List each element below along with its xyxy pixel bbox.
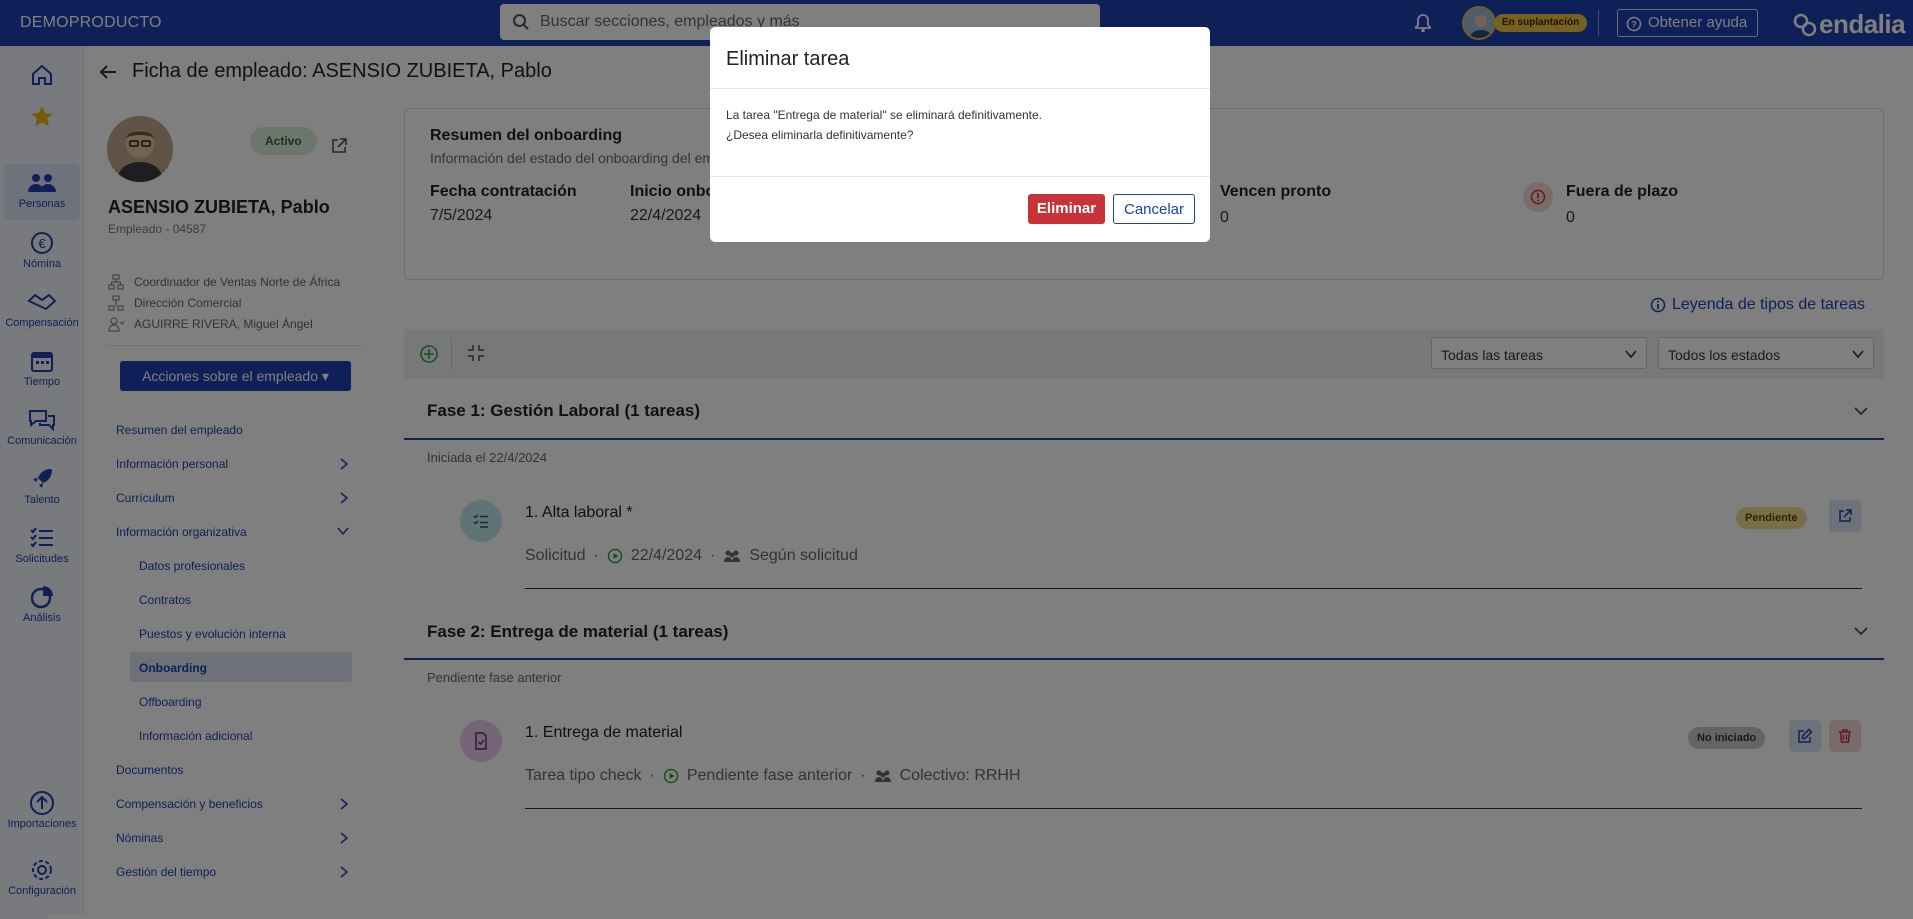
delete-task-dialog: Eliminar tarea La tarea "Entrega de mate… xyxy=(710,27,1210,242)
dialog-footer-divider xyxy=(710,176,1210,177)
cancel-button[interactable]: Cancelar xyxy=(1113,194,1195,224)
dialog-title: Eliminar tarea xyxy=(726,48,850,70)
dialog-header-divider xyxy=(710,88,1210,89)
dialog-message: La tarea "Entrega de material" se elimin… xyxy=(726,108,1043,122)
confirm-delete-button[interactable]: Eliminar xyxy=(1028,194,1105,224)
dialog-question: ¿Desea eliminarla definitivamente? xyxy=(726,128,914,142)
